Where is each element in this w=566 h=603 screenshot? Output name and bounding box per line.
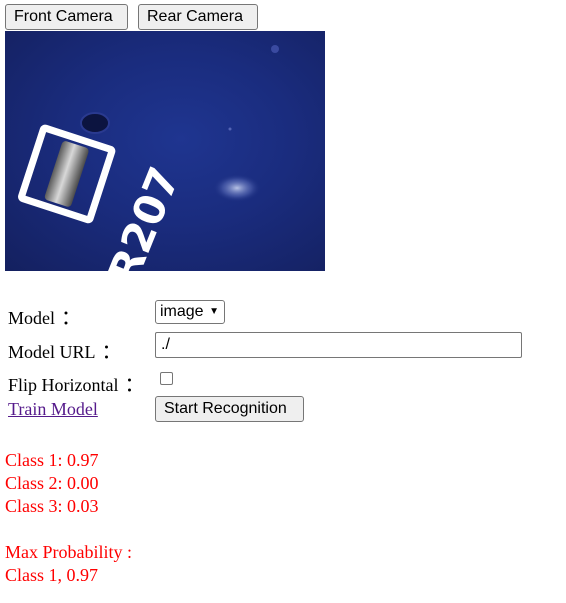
start-recognition-button[interactable]: Start Recognition [155, 396, 304, 422]
model-label-text: Model [8, 308, 55, 328]
model-select-value: image [160, 303, 204, 320]
flip-horizontal-label-colon: ： [124, 372, 145, 396]
train-model-link[interactable]: Train Model [8, 399, 98, 420]
model-url-label-colon: ： [101, 339, 122, 363]
camera-frame-image: R207 [18, 45, 279, 271]
camera-view: R207 [5, 31, 325, 271]
chevron-down-icon: ▼ [209, 306, 219, 317]
max-probability-value: Class 1, 0.97 [5, 565, 99, 585]
model-url-label-text: Model URL [8, 342, 96, 362]
max-probability-label: Max Probability : [5, 542, 132, 562]
class-3-result: Class 3: 0.03 [5, 496, 99, 516]
model-label: Model ： [8, 301, 81, 330]
board-label-text: R207 [99, 160, 189, 271]
model-url-label: Model URL： [8, 335, 122, 364]
flip-horizontal-label-text: Flip Horizontal [8, 375, 119, 395]
rear-camera-button[interactable]: Rear Camera [138, 4, 258, 30]
class-2-result: Class 2: 0.00 [5, 473, 99, 493]
model-select[interactable]: image ▼ [155, 300, 225, 324]
class-1-result: Class 1: 0.97 [5, 450, 99, 470]
flip-horizontal-label: Flip Horizontal： [8, 368, 145, 397]
model-url-input[interactable] [155, 332, 522, 358]
model-label-colon: ： [61, 305, 81, 329]
flip-horizontal-checkbox[interactable] [160, 372, 173, 385]
front-camera-button[interactable]: Front Camera [5, 4, 128, 30]
